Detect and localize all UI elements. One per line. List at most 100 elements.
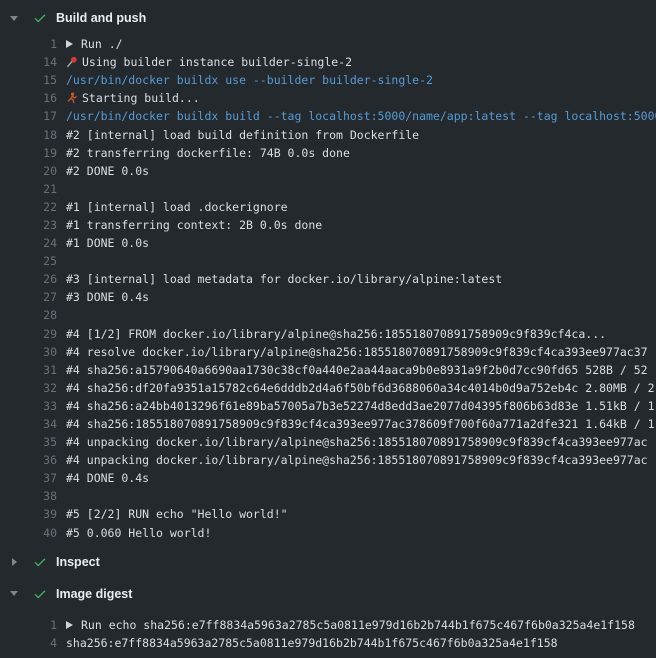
log-text-content: Run echo sha256:e7ff8834a5963a2785c5a081… [81, 618, 635, 632]
log-line: 35 #4 unpacking docker.io/library/alpine@… [0, 433, 656, 451]
log-line: 1 Run echo sha256:e7ff8834a5963a2785c5a08… [0, 616, 656, 634]
log-text: #4 DONE 0.4s [57, 471, 149, 485]
section-image-digest: Image digest 1 Run echo sha256:e7ff8834a59… [0, 582, 656, 652]
log-text: #2 transferring dockerfile: 74B 0.0s don… [57, 146, 350, 160]
log-text-content: #4 resolve docker.io/library/alpine@sha2… [66, 345, 648, 359]
section-inspect: Inspect [0, 550, 656, 574]
pushpin-icon [66, 56, 78, 68]
log-text-content: #3 [internal] load metadata for docker.i… [66, 272, 502, 286]
runner-icon [66, 92, 78, 104]
play-icon[interactable] [66, 621, 73, 629]
line-number[interactable]: 1 [0, 37, 57, 51]
workflow-log-viewer: Build and push1Run ./14Using builder ins… [0, 0, 656, 658]
log-line: 15/usr/bin/docker buildx use --builder b… [0, 71, 656, 89]
line-number[interactable]: 26 [0, 272, 57, 286]
line-number[interactable]: 39 [0, 507, 57, 521]
line-number[interactable]: 31 [0, 363, 57, 377]
log-text-content: #4 sha256:185518070891758909c9f839cf4ca3… [66, 417, 655, 431]
section-header-inspect[interactable]: Inspect [0, 550, 656, 574]
log-text-content: #1 [internal] load .dockerignore [66, 200, 288, 214]
line-number[interactable]: 28 [0, 308, 57, 322]
line-number[interactable]: 40 [0, 526, 57, 540]
line-number[interactable]: 16 [0, 91, 57, 105]
line-number[interactable]: 36 [0, 453, 57, 467]
log-text-content: /usr/bin/docker buildx build --tag local… [66, 109, 656, 123]
log-text-content: #4 sha256:a24bb4013296f61e89ba57005a7b3e… [66, 399, 655, 413]
log-text-content: Using builder instance builder-single-2 [82, 55, 352, 69]
line-number[interactable]: 23 [0, 218, 57, 232]
line-number[interactable]: 32 [0, 381, 57, 395]
line-number[interactable]: 30 [0, 345, 57, 359]
log-text-content: #3 DONE 0.4s [66, 290, 149, 304]
line-number[interactable]: 24 [0, 236, 57, 250]
chevron-down-icon[interactable] [9, 591, 19, 596]
section-title: Inspect [56, 555, 100, 569]
log-text-content: #1 transferring context: 2B 0.0s done [66, 218, 322, 232]
line-number[interactable]: 18 [0, 128, 57, 142]
log-line: 33 #4 sha256:a24bb4013296f61e89ba57005a7b… [0, 397, 656, 415]
log-line: 14 Using builder instance builder-single-… [0, 53, 656, 71]
line-number[interactable]: 34 [0, 417, 57, 431]
log-line: 17/usr/bin/docker buildx build --tag loc… [0, 107, 656, 125]
log-text: #1 DONE 0.0s [57, 236, 149, 250]
log-line: 38 [0, 487, 656, 505]
line-number[interactable]: 4 [0, 636, 57, 650]
check-success-icon [33, 555, 47, 569]
log-line: 30 #4 resolve docker.io/library/alpine@sh… [0, 343, 656, 361]
log-line: 40#5 0.060 Hello world! [0, 524, 656, 542]
log-line: 22 #1 [internal] load .dockerignore [0, 198, 656, 216]
log-text-content: #4 unpacking docker.io/library/alpine@sh… [66, 435, 648, 449]
check-success-icon [33, 587, 47, 601]
play-icon[interactable] [66, 40, 73, 48]
log-text: Run ./ [57, 37, 123, 51]
line-number[interactable]: 35 [0, 435, 57, 449]
log-line: 1Run ./ [0, 35, 656, 53]
log-line: 28 [0, 306, 656, 324]
log-text: /usr/bin/docker buildx build --tag local… [57, 109, 656, 123]
section-header-image-digest[interactable]: Image digest [0, 582, 656, 606]
line-number[interactable]: 37 [0, 471, 57, 485]
log-text: #4 unpacking docker.io/library/alpine@sh… [57, 435, 648, 449]
line-number[interactable]: 1 [0, 618, 57, 632]
log-lines-build-and-push: 1Run ./14Using builder instance builder-… [0, 35, 656, 542]
log-line: 39 #5 [2/2] RUN echo "Hello world!" [0, 505, 656, 523]
line-number[interactable]: 38 [0, 489, 57, 503]
log-text-content: #1 DONE 0.0s [66, 236, 149, 250]
line-number[interactable]: 19 [0, 146, 57, 160]
log-line: 36 #4 unpacking docker.io/library/alpine@… [0, 451, 656, 469]
log-text-content: /usr/bin/docker buildx use --builder bui… [66, 73, 433, 87]
section-build-and-push: Build and push1Run ./14Using builder ins… [0, 6, 656, 542]
log-text: sha256:e7ff8834a5963a2785c5a0811e979d16b… [57, 636, 558, 650]
log-lines-image-digest: 1 Run echo sha256:e7ff8834a5963a2785c5a08… [0, 616, 656, 652]
log-text: Using builder instance builder-single-2 [57, 55, 352, 69]
log-line: 4sha256:e7ff8834a5963a2785c5a0811e979d16… [0, 634, 656, 652]
line-number[interactable]: 17 [0, 109, 57, 123]
log-text-content: #4 DONE 0.4s [66, 471, 149, 485]
log-text: #4 unpacking docker.io/library/alpine@sh… [57, 453, 648, 467]
log-text-content: #2 DONE 0.0s [66, 164, 149, 178]
log-text-content: #5 [2/2] RUN echo "Hello world!" [66, 507, 288, 521]
line-number[interactable]: 14 [0, 55, 57, 69]
log-text: #1 [internal] load .dockerignore [57, 200, 288, 214]
log-text-content: Starting build... [82, 91, 200, 105]
chevron-right-icon[interactable] [9, 558, 19, 566]
check-success-icon [33, 11, 47, 25]
log-line: 19#2 transferring dockerfile: 74B 0.0s d… [0, 144, 656, 162]
line-number[interactable]: 21 [0, 182, 57, 196]
chevron-down-icon[interactable] [9, 16, 19, 21]
log-text-content: #4 unpacking docker.io/library/alpine@sh… [66, 453, 648, 467]
log-line: 24 #1 DONE 0.0s [0, 234, 656, 252]
line-number[interactable]: 27 [0, 290, 57, 304]
line-number[interactable]: 25 [0, 254, 57, 268]
log-text: #4 resolve docker.io/library/alpine@sha2… [57, 345, 648, 359]
line-number[interactable]: 33 [0, 399, 57, 413]
line-number[interactable]: 20 [0, 164, 57, 178]
line-number[interactable]: 15 [0, 73, 57, 87]
log-line: 21 [0, 180, 656, 198]
log-text-content: #4 sha256:a15790640a6690aa1730c38cf0a440… [66, 363, 648, 377]
section-header-build-and-push[interactable]: Build and push [0, 6, 656, 30]
line-number[interactable]: 29 [0, 327, 57, 341]
line-number[interactable]: 22 [0, 200, 57, 214]
section-title: Image digest [56, 587, 132, 601]
log-line: 16 Starting build... [0, 89, 656, 107]
